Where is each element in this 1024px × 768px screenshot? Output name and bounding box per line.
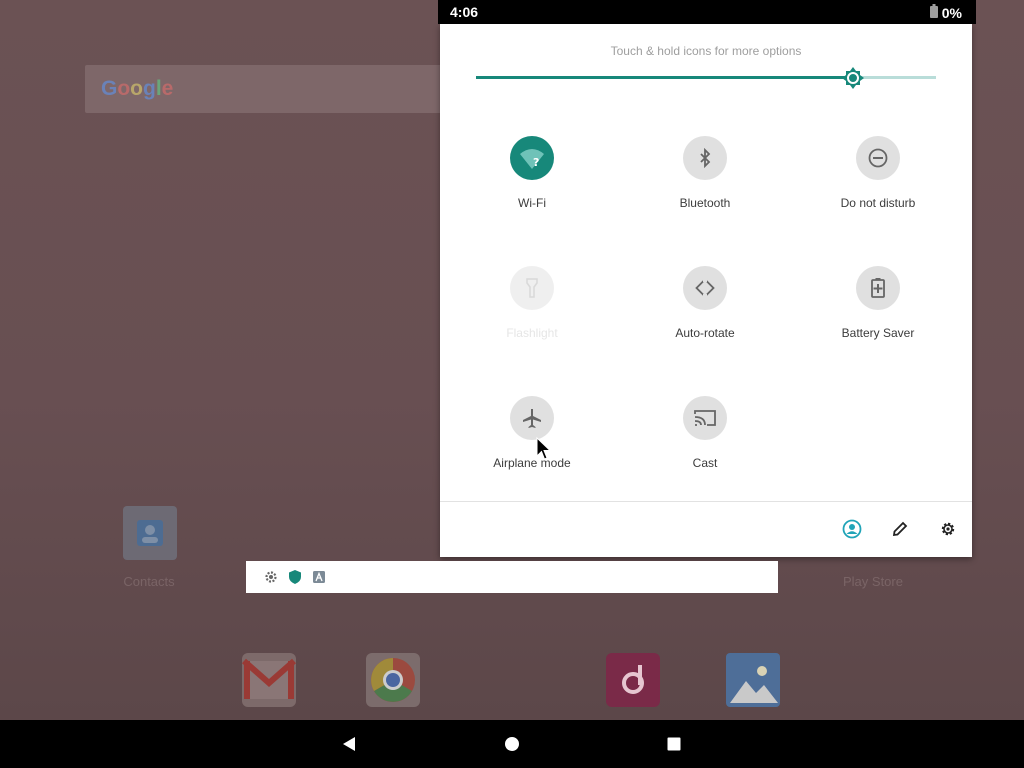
- photos-icon[interactable]: [726, 653, 780, 707]
- settings-icon[interactable]: [936, 517, 960, 541]
- back-icon[interactable]: [337, 732, 361, 756]
- contacts-app-icon[interactable]: [123, 506, 177, 560]
- battery-icon: [929, 4, 938, 21]
- tile-battery-saver[interactable]: Battery Saver: [792, 266, 964, 366]
- battery-percent: 0%: [941, 4, 962, 21]
- brightness-thumb[interactable]: [842, 67, 865, 89]
- tile-auto-rotate[interactable]: Auto-rotate: [619, 266, 791, 366]
- play-store-app-label: Play Store: [843, 574, 903, 589]
- mouse-cursor-icon: [536, 436, 552, 461]
- contacts-app-label: Contacts: [123, 574, 175, 589]
- tile-bluetooth[interactable]: Bluetooth: [619, 136, 791, 236]
- user-icon[interactable]: [840, 517, 864, 541]
- gmail-icon[interactable]: [242, 653, 296, 707]
- google-logo: Google: [101, 77, 174, 100]
- flashlight-icon[interactable]: [510, 266, 554, 310]
- tile-label: Wi-Fi: [518, 196, 546, 210]
- brightness-fill: [476, 76, 854, 79]
- airplane-icon[interactable]: [510, 396, 554, 440]
- settings-icon: [263, 569, 279, 585]
- tile-wifi[interactable]: ? Wi-Fi: [446, 136, 618, 236]
- quick-settings-hint: Touch & hold icons for more options: [610, 44, 802, 58]
- tile-label: Do not disturb: [840, 196, 916, 210]
- chrome-icon[interactable]: [366, 653, 420, 707]
- tile-do-not-disturb[interactable]: Do not disturb: [792, 136, 964, 236]
- tile-label: Battery Saver: [841, 326, 915, 340]
- tile-label: Auto-rotate: [675, 326, 735, 340]
- navigation-bar: [0, 720, 1024, 768]
- status-bar: 4:06 0%: [438, 0, 976, 24]
- notification-icons-strip[interactable]: [246, 561, 778, 593]
- home-icon[interactable]: [500, 732, 524, 756]
- status-clock: 4:06: [450, 4, 479, 20]
- battery-status: 0%: [929, 4, 962, 21]
- shield-icon: [287, 569, 303, 585]
- cast-icon[interactable]: [683, 396, 727, 440]
- recents-icon[interactable]: [662, 732, 686, 756]
- tile-flashlight[interactable]: Flashlight: [446, 266, 618, 366]
- brightness-slider[interactable]: [476, 67, 936, 89]
- music-icon[interactable]: [606, 653, 660, 707]
- tile-label: Flashlight: [506, 326, 558, 340]
- tile-label: Bluetooth: [679, 196, 731, 210]
- svg-text:?: ?: [533, 156, 539, 169]
- battery-saver-icon[interactable]: [856, 266, 900, 310]
- quick-settings-panel: Touch & hold icons for more options ? Wi…: [440, 24, 972, 557]
- wifi-icon[interactable]: ?: [510, 136, 554, 180]
- google-search-bar[interactable]: Google: [85, 65, 445, 113]
- quick-settings-divider: [440, 501, 972, 502]
- tile-cast[interactable]: Cast: [619, 396, 791, 496]
- tile-label: Airplane mode: [493, 456, 571, 470]
- bluetooth-icon[interactable]: [683, 136, 727, 180]
- tile-label: Cast: [692, 456, 718, 470]
- app-icon: [311, 569, 327, 585]
- edit-icon[interactable]: [888, 517, 912, 541]
- do-not-disturb-icon[interactable]: [856, 136, 900, 180]
- auto-rotate-icon[interactable]: [683, 266, 727, 310]
- tile-airplane-mode[interactable]: Airplane mode: [446, 396, 618, 496]
